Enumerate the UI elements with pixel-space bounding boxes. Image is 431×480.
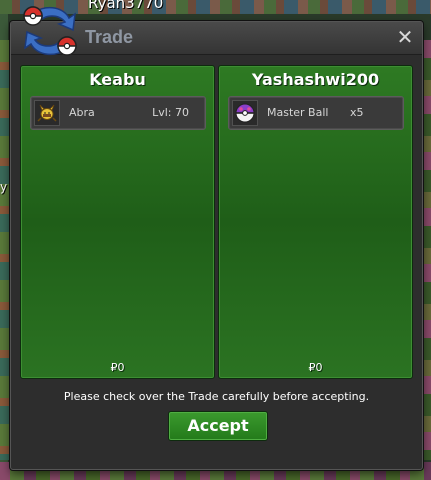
- trade-notice: Please check over the Trade carefully be…: [63, 390, 370, 403]
- trade-icon: [23, 6, 77, 56]
- trade-item-row[interactable]: Abra Lvl: 70: [30, 96, 206, 130]
- item-name: Abra: [69, 106, 95, 119]
- item-quantity: x5: [350, 106, 364, 119]
- background-tiles-left: [0, 40, 10, 460]
- trader-name: Yashashwi200: [251, 70, 380, 89]
- offer-panel-right: Yashashwi200 Master Ball x5 ₽0: [218, 65, 413, 379]
- background-tiles-right: [423, 40, 431, 460]
- trade-window: Trade ✕ Keabu Abra Lvl: 70 ₽0 Yashashwi2…: [10, 6, 423, 470]
- background-text-fragment: y: [0, 180, 8, 194]
- money-amount: ₽0: [110, 361, 125, 374]
- item-level: Lvl: 70: [152, 106, 189, 119]
- master-ball-icon: [232, 100, 258, 126]
- trade-item-row[interactable]: Master Ball x5: [228, 96, 404, 130]
- close-icon[interactable]: ✕: [394, 26, 416, 48]
- trader-name: Keabu: [89, 70, 146, 89]
- offer-panel-left: Keabu Abra Lvl: 70 ₽0: [20, 65, 215, 379]
- abra-icon: [34, 100, 60, 126]
- window-title: Trade: [85, 27, 134, 47]
- item-name: Master Ball: [267, 106, 329, 119]
- player-name-tag: Ryan3770: [88, 0, 164, 12]
- money-amount: ₽0: [308, 361, 323, 374]
- accept-button[interactable]: Accept: [168, 411, 268, 441]
